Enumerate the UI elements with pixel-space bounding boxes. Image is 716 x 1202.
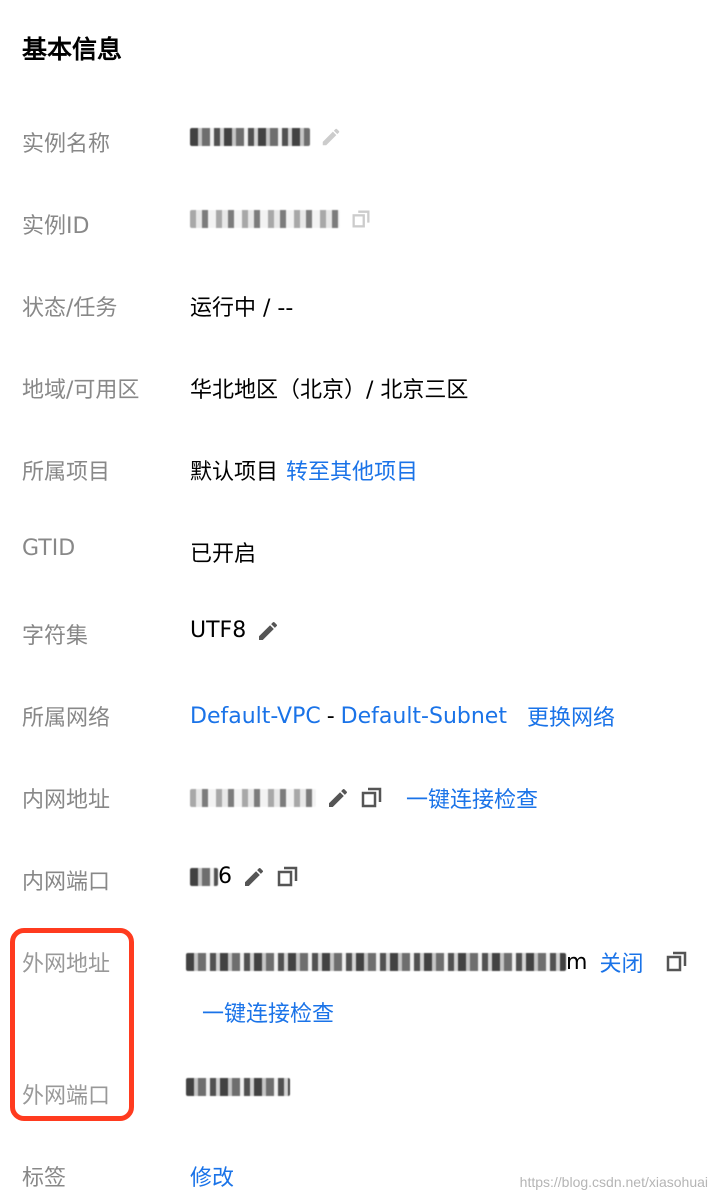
redacted-public-port — [186, 1078, 290, 1096]
row-project: 所属项目 默认项目 转至其他项目 — [0, 448, 716, 488]
redacted-private-ip — [190, 789, 316, 807]
copy-icon[interactable] — [350, 208, 372, 230]
label-region: 地域/可用区 — [22, 378, 140, 403]
value-instance-name — [190, 126, 342, 148]
value-gtid: 已开启 — [190, 542, 257, 567]
row-private-ip: 内网地址 一键连接检查 — [0, 776, 716, 816]
row-instance-id: 实例ID — [0, 202, 716, 242]
redacted-private-port — [190, 867, 218, 886]
row-gtid: GTID 已开启 — [0, 530, 716, 570]
charset-value: UTF8 — [190, 618, 247, 643]
project-name: 默认项目 — [190, 460, 279, 485]
edit-tags-link[interactable]: 修改 — [190, 1160, 234, 1192]
row-private-port: 内网端口 6 — [0, 858, 716, 898]
section-title: 基本信息 — [22, 35, 123, 64]
row-charset: 字符集 UTF8 — [0, 612, 716, 652]
label-tags: 标签 — [22, 1166, 67, 1191]
private-connect-check-link[interactable]: 一键连接检查 — [406, 782, 538, 814]
value-private-port: 6 — [190, 864, 300, 889]
public-connect-check-link[interactable]: 一键连接检查 — [202, 996, 334, 1028]
label-status: 状态/任务 — [22, 296, 118, 321]
value-public-addr: m 关闭 — [186, 946, 689, 978]
subnet-link[interactable]: Default-Subnet — [341, 704, 507, 729]
private-port-visible-digit: 6 — [218, 864, 232, 889]
row-instance-name: 实例名称 — [0, 120, 716, 160]
label-gtid: GTID — [22, 536, 76, 561]
edit-icon[interactable] — [326, 786, 350, 810]
close-public-link[interactable]: 关闭 — [599, 946, 643, 978]
watermark: https://blog.csdn.net/xiasohuai — [519, 1174, 708, 1190]
edit-icon[interactable] — [320, 126, 342, 148]
highlight-box — [10, 928, 134, 1121]
row-region: 地域/可用区 华北地区（北京）/ 北京三区 — [0, 366, 716, 406]
copy-icon[interactable] — [360, 786, 384, 810]
label-private-port: 内网端口 — [22, 870, 111, 895]
redacted-instance-name — [190, 128, 310, 146]
copy-icon[interactable] — [276, 865, 300, 889]
copy-icon[interactable] — [665, 950, 689, 974]
value-network: Default-VPC - Default-Subnet 更换网络 — [190, 700, 615, 732]
redacted-instance-id — [190, 210, 340, 228]
row-network: 所属网络 Default-VPC - Default-Subnet 更换网络 — [0, 694, 716, 734]
edit-icon[interactable] — [242, 865, 266, 889]
redacted-public-addr — [186, 953, 566, 971]
value-private-ip: 一键连接检查 — [190, 782, 538, 814]
network-separator: - — [326, 703, 335, 729]
value-charset: UTF8 — [190, 618, 280, 643]
label-project: 所属项目 — [22, 460, 111, 485]
vpc-link[interactable]: Default-VPC — [190, 704, 321, 729]
value-instance-id — [190, 208, 372, 230]
label-instance-name: 实例名称 — [22, 132, 111, 157]
public-addr-visible-suffix: m — [566, 949, 588, 975]
label-private-ip: 内网地址 — [22, 788, 111, 813]
value-tags: 修改 — [190, 1160, 234, 1192]
row-status: 状态/任务 运行中 / -- — [0, 284, 716, 324]
value-region: 华北地区（北京）/ 北京三区 — [190, 378, 469, 403]
value-public-port — [186, 1078, 290, 1096]
label-network: 所属网络 — [22, 706, 111, 731]
change-project-link[interactable]: 转至其他项目 — [286, 454, 418, 486]
value-status: 运行中 / -- — [190, 296, 294, 321]
label-instance-id: 实例ID — [22, 214, 90, 239]
label-charset: 字符集 — [22, 624, 89, 649]
edit-icon[interactable] — [256, 619, 280, 643]
value-project: 默认项目 转至其他项目 — [190, 454, 418, 486]
change-network-link[interactable]: 更换网络 — [527, 700, 615, 732]
